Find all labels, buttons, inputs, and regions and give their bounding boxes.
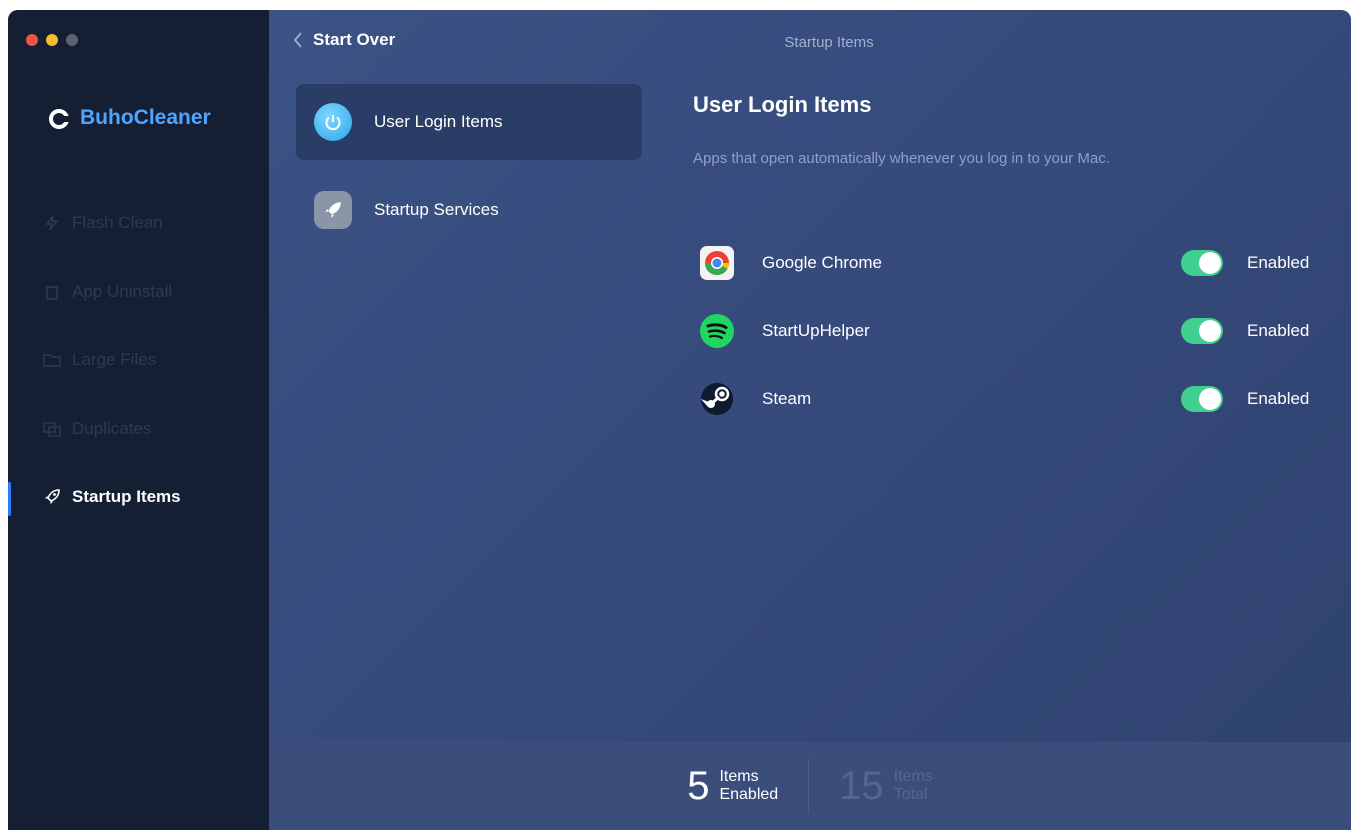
enabled-count: 5 <box>687 763 710 808</box>
panel-title: User Login Items <box>693 92 872 117</box>
window-title: Startup Items <box>784 34 874 51</box>
sidebar-item-app-uninstall[interactable]: App Uninstall <box>42 282 172 302</box>
status-label: Enabled <box>1247 389 1310 408</box>
sidebar-item-label: Flash Clean <box>72 213 163 232</box>
enabled-label-line2: Enabled <box>719 786 779 803</box>
sidebar-item-label: Duplicates <box>72 419 152 438</box>
category-label: Startup Services <box>374 200 499 219</box>
app-name: StartUpHelper <box>762 321 870 340</box>
list-item: StartUpHelper Enabled <box>697 309 1317 353</box>
flash-icon <box>42 213 62 233</box>
sidebar: BuhoCleaner Flash Clean App Uninstall La… <box>8 10 269 830</box>
panel-subtitle: Apps that open automatically whenever yo… <box>693 150 1110 167</box>
steam-icon <box>697 379 737 419</box>
sidebar-item-label: Startup Items <box>72 487 181 506</box>
enable-toggle[interactable] <box>1181 386 1223 412</box>
duplicate-icon <box>42 419 62 439</box>
total-label-line1: Items <box>893 768 933 785</box>
category-startup-services[interactable]: Startup Services <box>296 172 642 248</box>
trash-icon <box>42 282 62 302</box>
category-label: User Login Items <box>374 112 503 131</box>
app-name: Steam <box>762 389 812 408</box>
sidebar-item-flash-clean[interactable]: Flash Clean <box>42 213 163 233</box>
summary-footer: 5 Items Enabled 15 Items Total <box>269 742 1351 830</box>
main-content: Start Over Startup Items User Login Item… <box>269 10 1351 830</box>
status-label: Enabled <box>1247 253 1310 272</box>
active-indicator <box>8 482 11 516</box>
total-label-line2: Total <box>893 786 928 803</box>
zoom-window-button[interactable] <box>66 34 78 46</box>
app-window: BuhoCleaner Flash Clean App Uninstall La… <box>8 10 1351 830</box>
buho-logo-icon <box>49 109 69 129</box>
spotify-icon <box>697 311 737 351</box>
sidebar-item-duplicates[interactable]: Duplicates <box>42 419 151 439</box>
window-controls <box>26 34 78 46</box>
rocket-icon <box>42 487 62 507</box>
app-name: BuhoCleaner <box>80 106 211 129</box>
enabled-count-stat: 5 Items Enabled <box>687 764 778 809</box>
enable-toggle[interactable] <box>1181 318 1223 344</box>
close-window-button[interactable] <box>26 34 38 46</box>
sidebar-item-label: Large Files <box>72 350 157 369</box>
chrome-icon <box>697 243 737 283</box>
status-label: Enabled <box>1247 321 1310 340</box>
rocket-icon <box>314 191 352 229</box>
total-count: 15 <box>839 763 884 808</box>
minimize-window-button[interactable] <box>46 34 58 46</box>
folder-icon <box>42 350 62 370</box>
sidebar-item-large-files[interactable]: Large Files <box>42 350 156 370</box>
list-item: Google Chrome Enabled <box>697 241 1317 285</box>
divider <box>808 759 810 813</box>
sidebar-item-startup-items[interactable]: Startup Items <box>42 487 181 507</box>
category-user-login-items[interactable]: User Login Items <box>296 84 642 160</box>
power-icon <box>314 103 352 141</box>
sidebar-item-label: App Uninstall <box>72 282 173 301</box>
app-name: Google Chrome <box>762 253 883 272</box>
list-item: Steam Enabled <box>697 377 1317 421</box>
total-count-stat: 15 Items Total <box>839 764 933 809</box>
enable-toggle[interactable] <box>1181 250 1223 276</box>
enabled-label-line1: Items <box>719 768 759 785</box>
app-logo: BuhoCleaner <box>48 106 211 130</box>
